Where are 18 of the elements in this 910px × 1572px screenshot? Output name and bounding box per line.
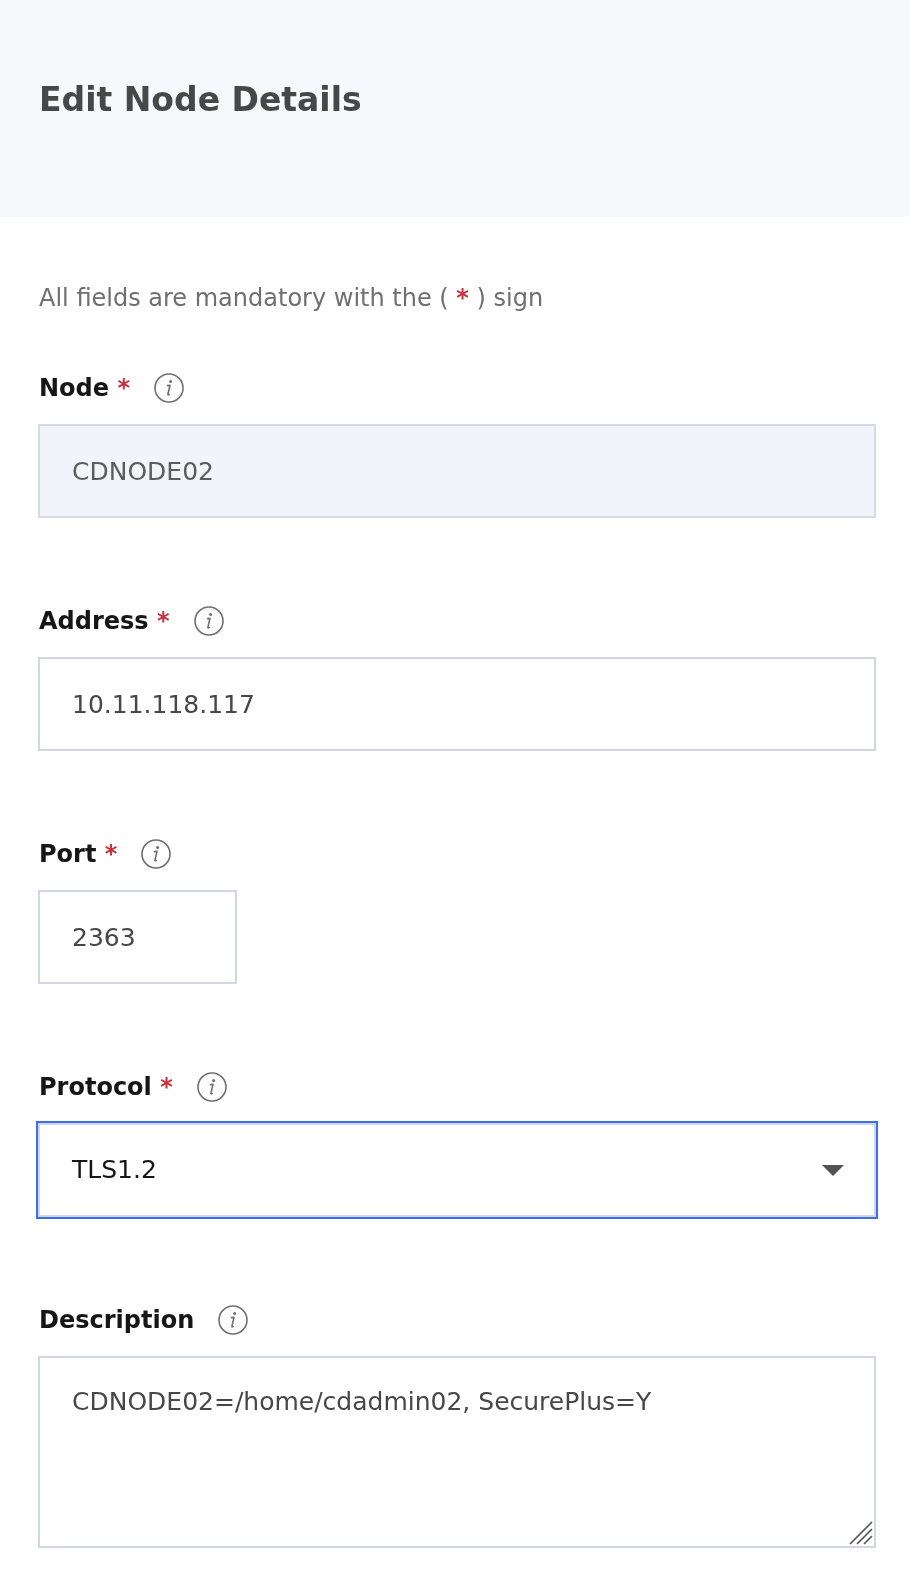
info-icon[interactable] [218, 1305, 249, 1335]
text-input[interactable]: 10.11.118.117 [38, 657, 876, 751]
field-label: Description [39, 1305, 195, 1336]
info-icon[interactable] [193, 606, 224, 636]
caret-icon [822, 1164, 844, 1176]
field-label: Port * [39, 839, 118, 870]
number-input[interactable]: 2363 [38, 890, 237, 984]
field-label: Address * [39, 606, 170, 637]
field-label: Protocol * [39, 1072, 173, 1103]
info-icon[interactable] [141, 839, 172, 869]
mandatory-note: All fields are mandatory with the ( * ) sign [39, 283, 545, 314]
info-icon[interactable] [153, 373, 184, 403]
field-label: Node * [39, 373, 130, 404]
page-title: Edit Node Details [39, 80, 362, 121]
text-area[interactable]: CDNODE02=/home/cdadmin02, SecurePlus=Y [38, 1356, 876, 1548]
resize-grip-icon[interactable] [849, 1521, 873, 1545]
dropdown[interactable]: TLS1.2 [38, 1123, 876, 1217]
info-icon[interactable] [196, 1072, 227, 1102]
